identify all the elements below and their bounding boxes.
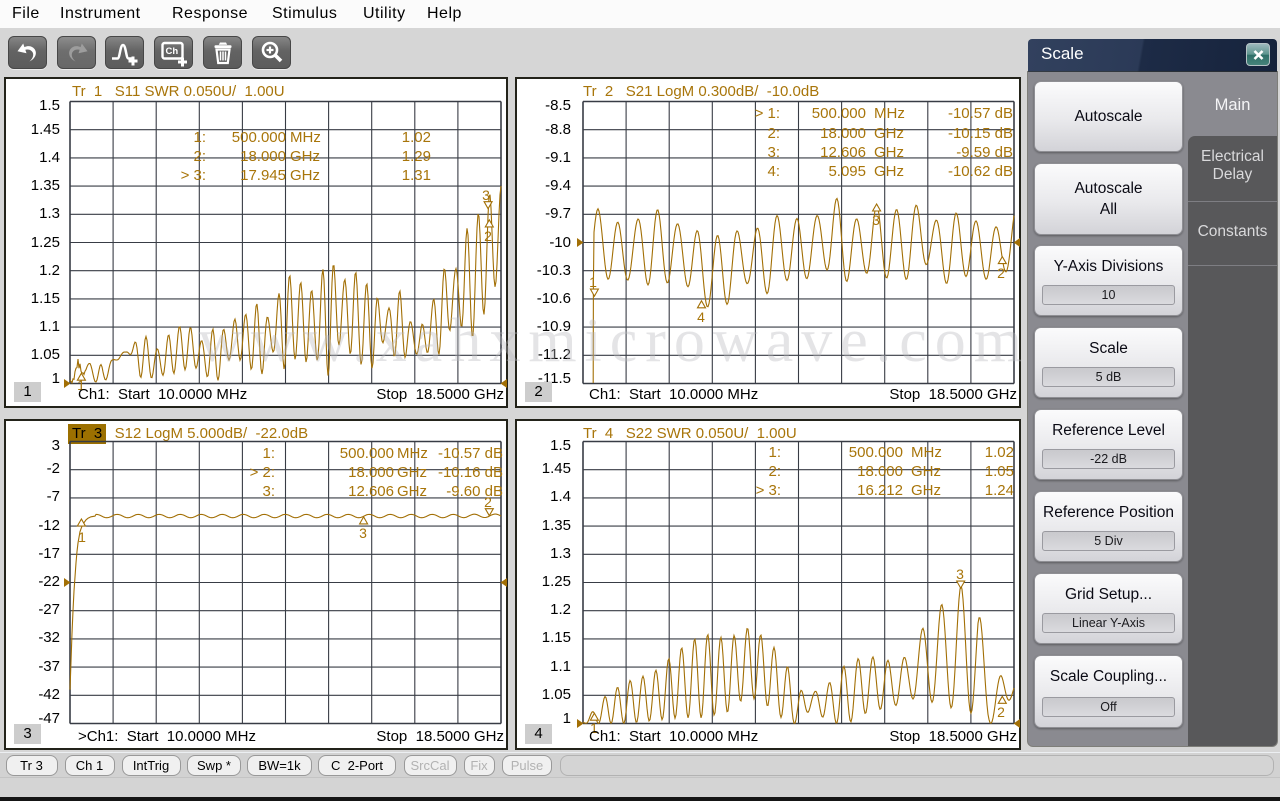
svg-text:Ch: Ch	[165, 46, 178, 57]
